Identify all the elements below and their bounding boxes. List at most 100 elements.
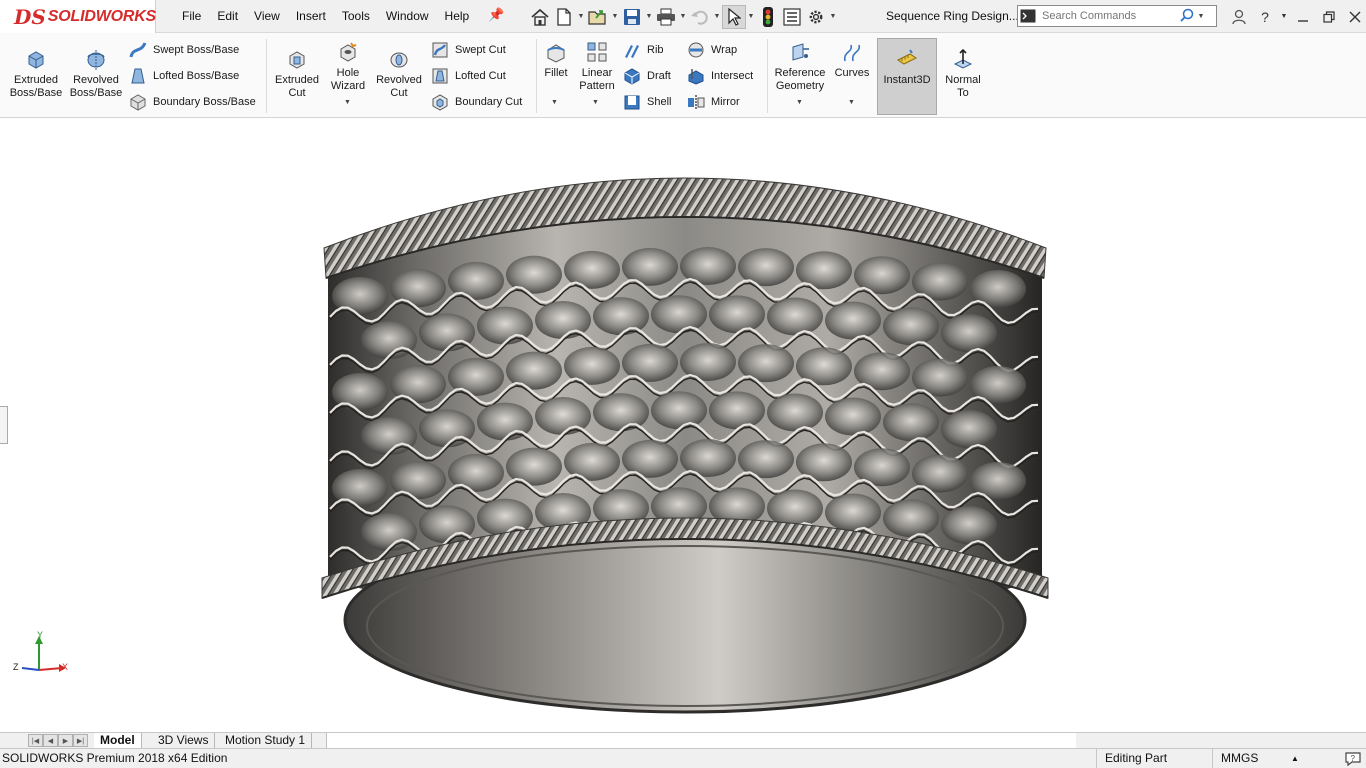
lofted-cut-button[interactable]: Lofted Cut [430,66,506,86]
menu-window[interactable]: Window [378,0,437,33]
file-properties-icon[interactable] [780,5,804,29]
wrap-icon [686,40,706,60]
menu-view[interactable]: View [246,0,288,33]
reference-geometry-icon [788,40,812,64]
tab-bar-fill [326,733,1076,748]
new-dropdown-icon[interactable]: ▼ [576,13,586,20]
intersect-button[interactable]: Intersect [686,66,753,86]
print-icon[interactable] [654,5,678,29]
revolved-boss-button[interactable]: Revolved Boss/Base [68,47,124,100]
user-account-icon[interactable] [1226,0,1252,33]
menu-tools[interactable]: Tools [334,0,378,33]
open-dropdown-icon[interactable]: ▼ [610,13,620,20]
curves-dropdown-icon[interactable]: ▼ [848,99,855,106]
menu-help[interactable]: Help [437,0,478,33]
title-bar: DS SOLIDWORKS File Edit View Insert Tool… [0,0,1366,33]
tab-3d-views[interactable]: 3D Views [152,733,216,748]
rib-icon [622,40,642,60]
menu-insert[interactable]: Insert [288,0,334,33]
boundary-boss-icon [128,92,148,112]
tab-model[interactable]: Model [94,733,142,748]
print-dropdown-icon[interactable]: ▼ [678,13,688,20]
fillet-dropdown-icon[interactable]: ▼ [551,99,558,106]
reference-geometry-dropdown-icon[interactable]: ▼ [796,99,803,106]
solidworks-logo[interactable]: DS SOLIDWORKS [0,0,156,33]
triad-x-label: X [62,662,68,672]
revolved-cut-button[interactable]: Revolved Cut [372,47,426,100]
search-input[interactable] [1038,10,1178,22]
new-document-icon[interactable] [552,5,576,29]
hole-wizard-dropdown-icon[interactable]: ▼ [344,99,351,106]
draft-button[interactable]: Draft [622,66,671,86]
prev-tab-icon[interactable]: ◀ [43,734,58,747]
reference-geometry-button[interactable]: Reference Geometry [770,40,830,93]
lofted-boss-icon [128,66,148,86]
sequence-ring-model[interactable] [300,128,1070,728]
extruded-cut-button[interactable]: Extruded Cut [270,47,324,100]
instant3d-button[interactable]: Instant3D [877,47,937,87]
tab-motion-study[interactable]: Motion Study 1 [219,733,313,748]
instant3d-label: Instant3D [883,74,931,86]
curves-icon [840,40,864,64]
hole-wizard-button[interactable]: Hole Wizard [326,40,370,93]
last-tab-icon[interactable]: ▶| [73,734,88,747]
select-dropdown-icon[interactable]: ▼ [746,13,756,20]
shell-icon [622,92,642,112]
product-edition: SOLIDWORKS Premium 2018 x64 Edition [2,751,228,765]
save-icon[interactable] [620,5,644,29]
mirror-button[interactable]: Mirror [686,92,740,112]
terminal-icon[interactable] [1018,6,1038,26]
next-tab-icon[interactable]: ▶ [58,734,73,747]
first-tab-icon[interactable]: |◀ [28,734,43,747]
menu-edit[interactable]: Edit [209,0,246,33]
feature-manager-handle[interactable] [0,406,8,444]
curves-button[interactable]: Curves [832,40,872,80]
boundary-boss-button[interactable]: Boundary Boss/Base [128,92,256,112]
quick-tips-icon[interactable]: ? [1344,751,1362,767]
rib-button[interactable]: Rib [622,40,664,60]
help-icon[interactable]: ? [1252,0,1278,33]
linear-pattern-dropdown-icon[interactable]: ▼ [592,99,599,106]
linear-pattern-button[interactable]: Linear Pattern [576,40,618,93]
rebuild-traffic-light-icon[interactable] [756,5,780,29]
fillet-icon [544,40,568,64]
swept-boss-label: Swept Boss/Base [153,44,240,56]
options-dropdown-icon[interactable]: ▼ [828,13,838,20]
select-cursor-icon[interactable] [722,4,746,29]
menu-file[interactable]: File [174,0,209,33]
undo-icon[interactable] [688,5,712,29]
intersect-label: Intersect [711,70,754,82]
search-icon[interactable] [1178,8,1196,25]
orientation-triad: Y Z X [12,630,72,683]
lofted-boss-button[interactable]: Lofted Boss/Base [128,66,239,86]
home-icon[interactable] [528,5,552,29]
swept-cut-button[interactable]: Swept Cut [430,40,506,60]
undo-dropdown-icon[interactable]: ▼ [712,13,722,20]
close-icon[interactable] [1342,0,1366,33]
unit-system-selector[interactable]: MMGS ▲ [1212,749,1332,768]
ds-logo-mark: DS [14,4,46,29]
extruded-boss-icon [24,47,48,71]
boundary-boss-label: Boundary Boss/Base [153,96,256,108]
options-gear-icon[interactable] [804,5,828,29]
features-ribbon: Extruded Boss/Base Revolved Boss/Base Sw… [0,33,1366,118]
minimize-icon[interactable] [1290,0,1316,33]
open-icon[interactable] [586,5,610,29]
intersect-icon [686,66,706,86]
restore-icon[interactable] [1316,0,1342,33]
help-dropdown-icon[interactable]: ▼ [1278,0,1290,33]
fillet-button[interactable]: Fillet [538,40,574,80]
normal-to-button[interactable]: Normal To [940,47,986,100]
swept-boss-button[interactable]: Swept Boss/Base [128,40,239,60]
save-dropdown-icon[interactable]: ▼ [644,13,654,20]
extruded-boss-button[interactable]: Extruded Boss/Base [8,47,64,100]
search-commands-box[interactable]: ▼ [1017,5,1217,27]
search-dropdown-icon[interactable]: ▼ [1196,13,1206,20]
boundary-cut-button[interactable]: Boundary Cut [430,92,522,112]
graphics-viewport[interactable]: Y Z X [0,118,1366,732]
wrap-button[interactable]: Wrap [686,40,737,60]
shell-button[interactable]: Shell [622,92,671,112]
pin-menu-icon[interactable]: 📌 [488,7,504,23]
mirror-icon [686,92,706,112]
curves-label: Curves [834,67,870,79]
